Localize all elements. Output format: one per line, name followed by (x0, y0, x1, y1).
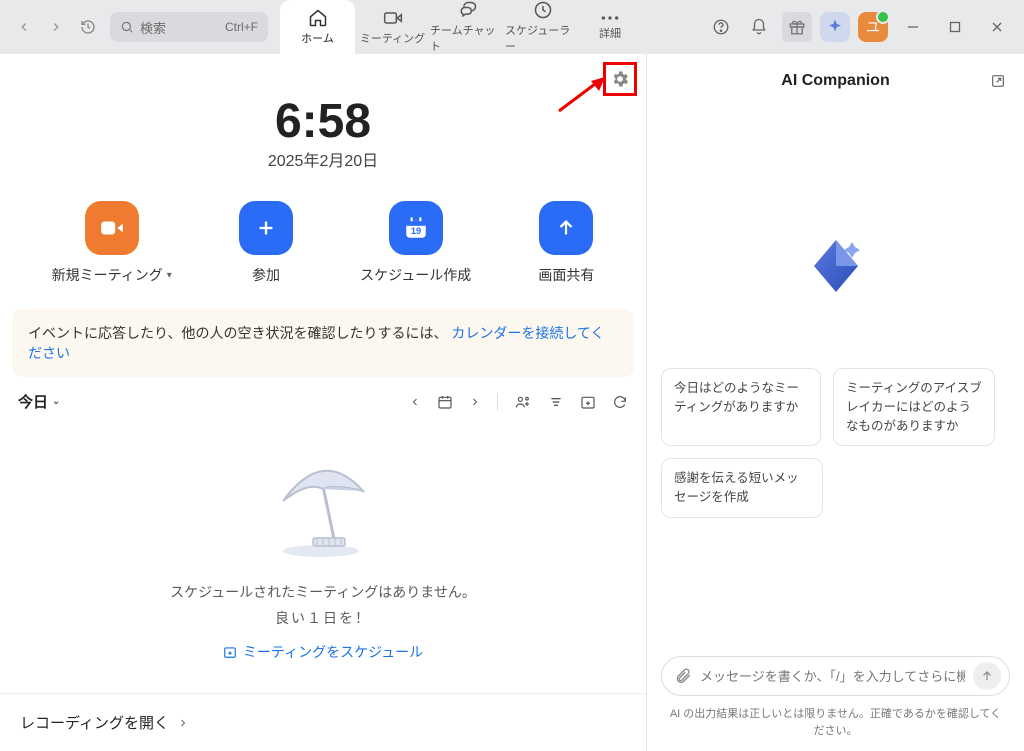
tab-team-chat[interactable]: チームチャット (430, 0, 505, 54)
refresh-button[interactable] (612, 394, 628, 410)
ai-companion-panel: AI Companion 今日はどのようなミーティングがありますか ミーティング… (647, 54, 1024, 751)
share-screen-button[interactable] (539, 201, 593, 255)
action-label: スケジュール作成 (360, 265, 471, 285)
search-icon (120, 20, 134, 34)
action-label: 画面共有 (538, 265, 594, 285)
window-maximize[interactable] (938, 12, 972, 42)
companion-input[interactable] (700, 669, 965, 684)
list-icon-button[interactable] (548, 394, 564, 410)
schedule-button[interactable]: 19 (389, 201, 443, 255)
action-new-meeting: 新規ミーティング ▾ (52, 201, 172, 285)
tab-label: ミーティング (360, 30, 425, 46)
chat-icon (458, 0, 478, 20)
empty-link-text: ミーティングをスケジュール (243, 642, 423, 662)
tab-more[interactable]: 詳細 (580, 0, 640, 54)
send-button[interactable] (973, 662, 1001, 690)
search-shortcut: Ctrl+F (225, 20, 258, 34)
more-icon (600, 13, 620, 23)
profile-avatar[interactable]: ユ (858, 12, 888, 42)
chevron-right-icon (177, 717, 189, 729)
open-recordings-row[interactable]: レコーディングを開く (0, 693, 646, 751)
tab-home[interactable]: ホーム (280, 0, 355, 54)
today-toolbar: 今日 ⌄ (0, 377, 646, 426)
video-icon (383, 8, 403, 28)
tab-label: ホーム (301, 30, 334, 46)
chevron-down-icon: ⌄ (52, 396, 60, 407)
search-placeholder: 検索 (140, 18, 219, 37)
clock-icon (533, 0, 553, 20)
action-share: 画面共有 (538, 201, 594, 285)
empty-line2: 良い１日を！ (275, 608, 371, 628)
action-join: 参加 (239, 201, 293, 285)
add-event-button[interactable] (580, 394, 596, 410)
schedule-meeting-link[interactable]: ミーティングをスケジュール (223, 642, 423, 662)
clock-time: 6:58 (0, 94, 646, 149)
nav-back-button[interactable] (10, 13, 38, 41)
clock-date: 2025年2月20日 (0, 147, 646, 171)
companion-header: AI Companion (647, 54, 1024, 104)
ai-diamond-icon (804, 234, 868, 298)
open-external-button[interactable] (990, 73, 1006, 89)
companion-body: 今日はどのようなミーティングがありますか ミーティングのアイスブレイカーにはどの… (647, 104, 1024, 656)
today-label: 今日 (18, 391, 48, 412)
companion-input-bar (661, 656, 1010, 696)
whats-new-button[interactable] (782, 12, 812, 42)
calendar-icon-button[interactable] (437, 394, 453, 410)
titlebar-right: ユ (706, 12, 1014, 42)
next-day-button[interactable] (469, 396, 481, 408)
help-button[interactable] (706, 12, 736, 42)
home-panel: 6:58 2025年2月20日 新規ミーティング ▾ 参加 (0, 54, 646, 751)
home-icon (308, 8, 328, 28)
ai-companion-button[interactable] (820, 12, 850, 42)
chevron-down-icon[interactable]: ▾ (167, 270, 172, 281)
svg-text:19: 19 (411, 226, 421, 236)
empty-state: スケジュールされたミーティングはありません。 良い１日を！ ミーティングをスケジ… (0, 426, 646, 682)
suggestion-card[interactable]: ミーティングのアイスブレイカーにはどのようなものがありますか (833, 368, 995, 446)
main-tabs: ホーム ミーティング チームチャット スケジューラー 詳細 (280, 0, 640, 54)
suggestions: 今日はどのようなミーティングがありますか ミーティングのアイスブレイカーにはどの… (661, 368, 1010, 518)
clock: 6:58 2025年2月20日 (0, 94, 646, 171)
history-button[interactable] (74, 13, 102, 41)
empty-line1: スケジュールされたミーティングはありません。 (170, 582, 476, 602)
window-minimize[interactable] (896, 12, 930, 42)
calendar-connect-banner: イベントに応答したり、他の人の空き状況を確認したりするには、 カレンダーを接続し… (12, 309, 634, 377)
action-label: 新規ミーティング (52, 265, 163, 285)
annotation-arrow (555, 75, 610, 115)
window-close[interactable] (980, 12, 1014, 42)
companion-title: AI Companion (781, 72, 889, 90)
tab-label: スケジューラー (505, 22, 580, 54)
tab-label: 詳細 (599, 25, 621, 41)
avatar-initial: ユ (866, 17, 880, 37)
tab-meetings[interactable]: ミーティング (355, 0, 430, 54)
suggestion-card[interactable]: 今日はどのようなミーティングがありますか (661, 368, 821, 446)
today-dropdown[interactable]: 今日 ⌄ (18, 391, 60, 412)
notifications-button[interactable] (744, 12, 774, 42)
umbrella-illustration (263, 456, 383, 566)
separator (497, 393, 498, 411)
tab-scheduler[interactable]: スケジューラー (505, 0, 580, 54)
title-bar: 検索 Ctrl+F ホーム ミーティング チームチャット スケジューラー (0, 0, 1024, 54)
suggestion-card[interactable]: 感謝を伝える短いメッセージを作成 (661, 458, 823, 518)
new-meeting-button[interactable] (85, 201, 139, 255)
action-schedule: 19 スケジュール作成 (360, 201, 471, 285)
recordings-label: レコーディングを開く (20, 712, 169, 733)
attach-button[interactable] (674, 667, 692, 685)
quick-actions: 新規ミーティング ▾ 参加 19 スケジュール作成 画面共 (0, 171, 646, 309)
join-button[interactable] (239, 201, 293, 255)
companion-disclaimer: AI の出力結果は正しいとは限りません。正確であるかを確認してください。 (647, 706, 1024, 751)
tab-label: チームチャット (430, 22, 505, 54)
prev-day-button[interactable] (409, 396, 421, 408)
action-label: 参加 (252, 265, 280, 285)
search-box[interactable]: 検索 Ctrl+F (110, 12, 268, 42)
settings-button[interactable] (603, 62, 637, 96)
nav-forward-button[interactable] (42, 13, 70, 41)
contacts-icon-button[interactable] (514, 394, 532, 410)
banner-text: イベントに応答したり、他の人の空き状況を確認したりするには、 (28, 325, 447, 341)
today-tools (409, 393, 628, 411)
